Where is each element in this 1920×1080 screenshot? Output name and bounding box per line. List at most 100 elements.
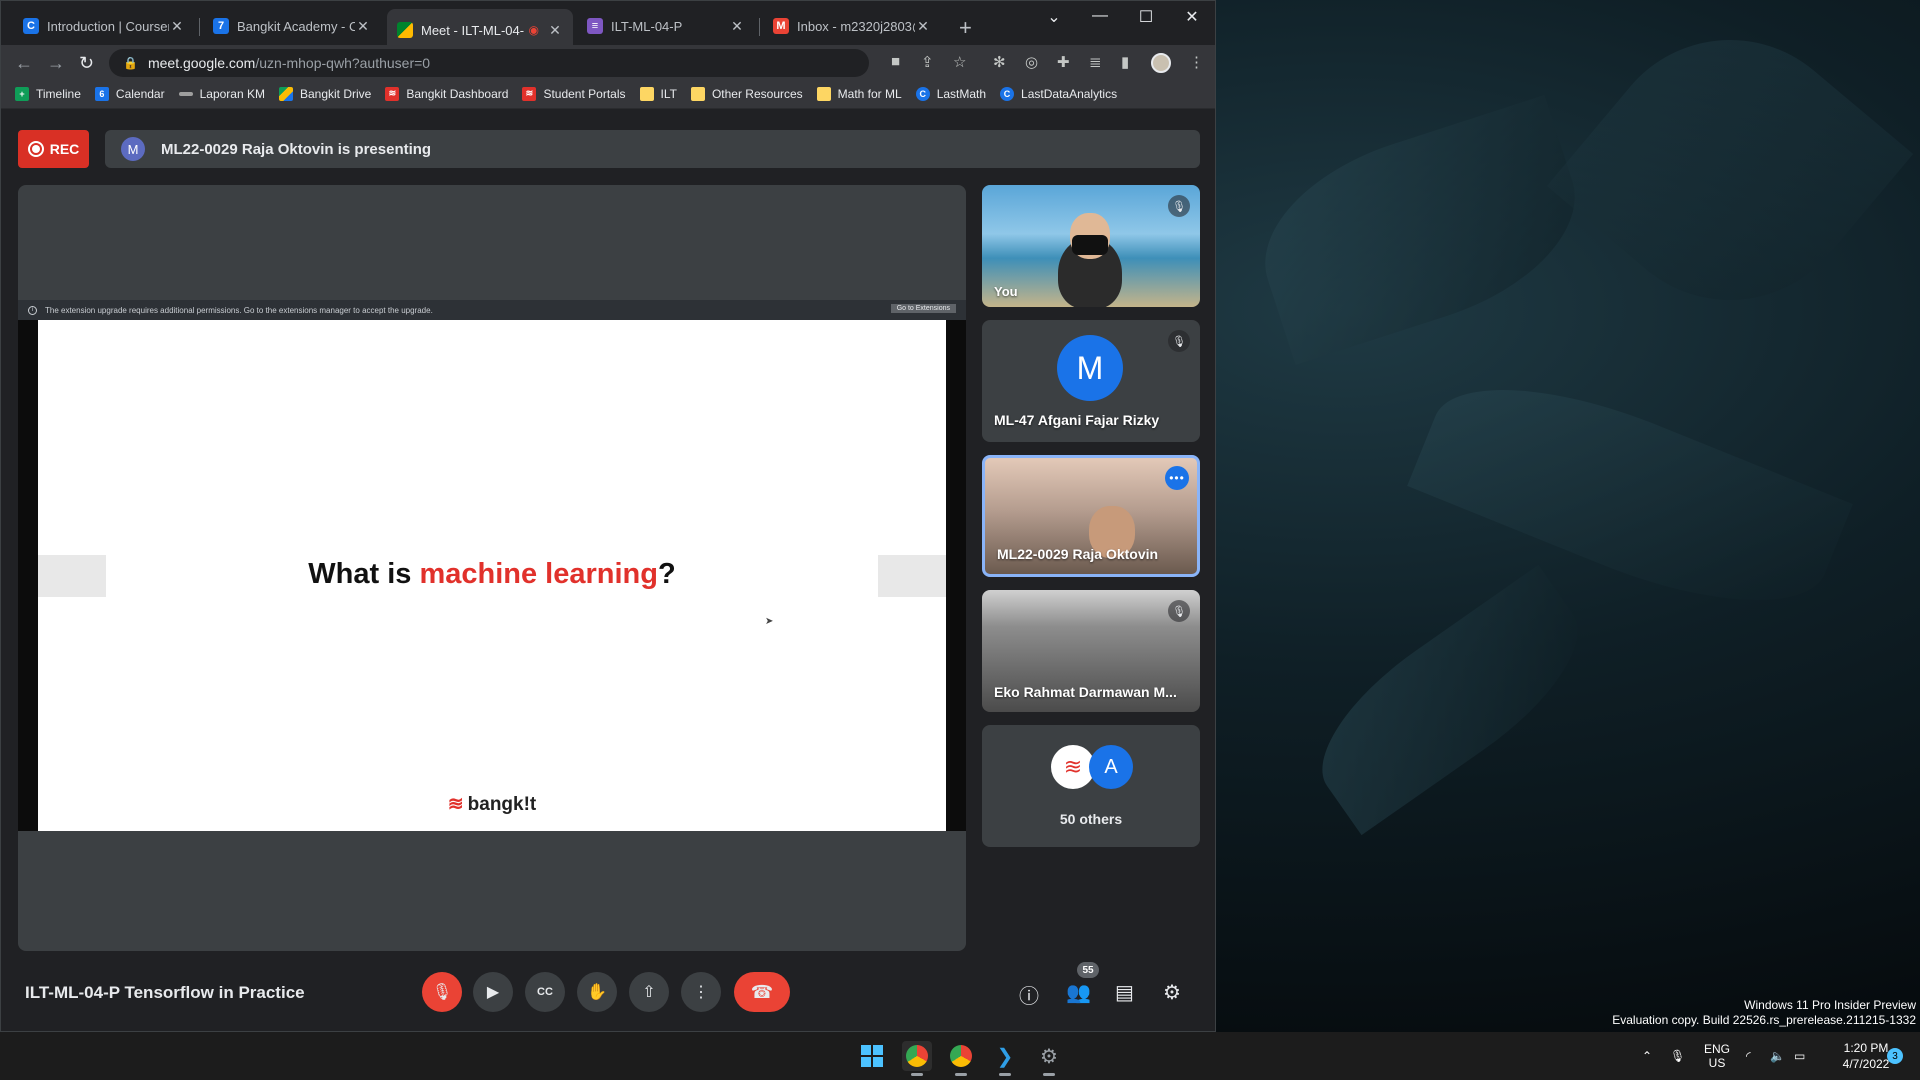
bookmark-lastmath[interactable]: C LastMath <box>915 86 987 101</box>
bookmark-student-portals[interactable]: ≋ Student Portals <box>522 86 626 101</box>
tab-ilt-ml-04-p[interactable]: ≡ ILT-ML-04-P ✕ <box>577 9 755 43</box>
language-indicator[interactable]: ENG US <box>1704 1032 1730 1080</box>
extensions-puzzle-icon[interactable]: ✚ <box>1057 53 1070 71</box>
bookmark-star-icon[interactable]: ☆ <box>953 53 966 71</box>
tab-bangkit-calendar[interactable]: 7 Bangkit Academy - Cal ✕ <box>203 9 381 43</box>
chrome-profile-icon[interactable] <box>946 1041 976 1076</box>
bookmark-label: Math for ML <box>837 86 902 101</box>
extension-upgrade-notice: i The extension upgrade requires additio… <box>18 300 966 320</box>
mic-toggle-button[interactable]: 🎙 <box>422 972 462 1012</box>
close-icon[interactable]: ✕ <box>547 22 563 39</box>
forward-arrow-icon[interactable]: → <box>47 53 65 74</box>
camera-toggle-button[interactable]: ▶ <box>473 972 513 1012</box>
bookmark-ilt[interactable]: ILT <box>639 86 677 101</box>
tab-coursera[interactable]: C Introduction | Coursera ✕ <box>13 9 195 43</box>
windows-start-icon[interactable] <box>857 1041 887 1071</box>
participant-tile-raja[interactable]: ••• ML22-0029 Raja Oktovin <box>982 455 1200 577</box>
tab-search-chevron-icon[interactable]: ⌄ <box>1031 7 1077 27</box>
extension-gear-icon[interactable]: ✻ <box>993 53 1006 71</box>
bookmark-timeline[interactable]: + Timeline <box>15 86 81 101</box>
participant-name: Eko Rahmat Darmawan M... <box>994 684 1177 700</box>
bookmark-bangkit-drive[interactable]: Bangkit Drive <box>278 86 371 101</box>
settings-gear-icon[interactable]: ⚙ <box>1034 1041 1064 1076</box>
profile-avatar[interactable] <box>1151 53 1171 73</box>
taskbar: ❯ ⚙ ⌃ 🎙 ENG US ◜ 🔈 ▭ 1:20 PM 4/7/2022 3 <box>0 1032 1920 1080</box>
meet-page: REC M ML22-0029 Raja Oktovin is presenti… <box>1 110 1215 1031</box>
rec-label: REC <box>49 141 80 157</box>
chrome-icon[interactable] <box>902 1041 932 1076</box>
back-arrow-icon[interactable]: ← <box>15 53 33 74</box>
coursera-icon: C <box>23 18 39 34</box>
address-bar[interactable]: 🔒 meet.google.com /uzn-mhop-qwh?authuser… <box>109 49 869 77</box>
people-icon[interactable]: 👥 <box>1066 980 1091 1005</box>
bookmark-bangkit-dashboard[interactable]: ≋ Bangkit Dashboard <box>385 86 508 101</box>
bangkit-icon: ≋ <box>385 86 400 101</box>
watermark-line-1: Windows 11 Pro Insider Preview <box>1744 998 1916 1012</box>
participant-name: ML-47 Afgani Fajar Rizky <box>994 412 1160 428</box>
presenting-text: ML22-0029 Raja Oktovin is presenting <box>161 140 432 158</box>
maximize-button[interactable]: ☐ <box>1123 7 1169 27</box>
bookmark-label: Other Resources <box>711 86 803 101</box>
tab-gmail-inbox[interactable]: M Inbox - m2320j2803@ ✕ <box>763 9 941 43</box>
presentation-stage: i The extension upgrade requires additio… <box>18 185 966 951</box>
close-icon[interactable]: ✕ <box>915 18 931 35</box>
reading-list-icon[interactable]: ≣ <box>1089 53 1102 71</box>
participant-tile-others[interactable]: ≋ A 50 others <box>982 725 1200 847</box>
camera-icon[interactable]: ■ <box>891 53 900 70</box>
participant-tile-afgani[interactable]: M 🎙 ML-47 Afgani Fajar Rizky <box>982 320 1200 442</box>
battery-icon[interactable]: ▭ <box>1794 1032 1805 1080</box>
close-window-button[interactable]: ✕ <box>1169 7 1215 27</box>
slide: What is machine learning? ≋ bangk!t ➤ <box>38 320 946 831</box>
slide-title-accent: machine learning <box>419 558 658 590</box>
participant-name: ML22-0029 Raja Oktovin <box>997 546 1159 562</box>
vscode-icon[interactable]: ❯ <box>990 1041 1020 1076</box>
meeting-title: ILT-ML-04-P Tensorflow in Practice <box>25 983 305 1002</box>
close-icon[interactable]: ✕ <box>355 18 371 35</box>
activities-icon[interactable]: ⚙ <box>1163 980 1181 1005</box>
bookmark-label: Laporan KM <box>199 86 265 101</box>
folder-icon <box>816 86 831 101</box>
meet-icon <box>397 22 413 38</box>
bookmark-other-resources[interactable]: Other Resources <box>690 86 803 101</box>
volume-icon[interactable]: 🔈 <box>1770 1032 1785 1080</box>
hang-up-icon: ☎ <box>750 981 774 1002</box>
show-hidden-icons-chevron-icon[interactable]: ⌃ <box>1642 1032 1652 1080</box>
browser-toolbar: ← → ↻ 🔒 meet.google.com /uzn-mhop-qwh?au… <box>1 45 1215 79</box>
wifi-icon[interactable]: ◜ <box>1746 1032 1751 1080</box>
recording-indicator[interactable]: REC <box>18 130 89 168</box>
share-icon[interactable]: ⇪ <box>921 53 934 71</box>
new-tab-button[interactable]: + <box>959 15 972 41</box>
extension-target-icon[interactable]: ◎ <box>1025 53 1038 71</box>
notification-badge[interactable]: 3 <box>1887 1048 1903 1064</box>
bookmark-label: LastDataAnalytics <box>1021 86 1118 101</box>
info-icon: i <box>28 305 37 315</box>
participant-avatar: A <box>1089 745 1133 789</box>
captions-button[interactable]: CC <box>525 972 565 1012</box>
close-icon[interactable]: ✕ <box>169 18 185 35</box>
reload-icon[interactable]: ↻ <box>79 53 94 74</box>
bookmark-calendar[interactable]: 6 Calendar <box>94 86 165 101</box>
bookmark-math-for-ml[interactable]: Math for ML <box>816 86 902 101</box>
present-screen-button[interactable]: ⇧ <box>629 972 669 1012</box>
lock-icon: 🔒 <box>123 56 138 70</box>
more-options-button[interactable]: ⋮ <box>681 972 721 1012</box>
meeting-info-icon[interactable]: ⓘ <box>1019 980 1039 1009</box>
leave-call-button[interactable]: ☎ <box>734 972 790 1012</box>
close-icon[interactable]: ✕ <box>729 18 745 35</box>
participant-tile-eko[interactable]: 🎙 Eko Rahmat Darmawan M... <box>982 590 1200 712</box>
bookmark-laporan-km[interactable]: Laporan KM <box>178 86 265 101</box>
microphone-icon[interactable]: 🎙 <box>1670 1032 1685 1080</box>
side-panel-icon[interactable]: ▮ <box>1121 53 1129 71</box>
bookmark-label: LastMath <box>936 86 987 101</box>
more-menu-icon[interactable]: ⋮ <box>1189 53 1204 71</box>
participant-tile-you[interactable]: 🎙 You <box>982 185 1200 307</box>
bookmark-lastdataanalytics[interactable]: C LastDataAnalytics <box>1000 86 1118 101</box>
mic-off-icon: 🎙 <box>1168 330 1190 352</box>
chat-icon[interactable]: ▤ <box>1115 980 1134 1005</box>
more-options-icon[interactable]: ••• <box>1165 466 1189 490</box>
mic-off-icon: 🎙 <box>431 984 453 1001</box>
minimize-button[interactable]: — <box>1077 7 1123 25</box>
raise-hand-button[interactable]: ✋ <box>577 972 617 1012</box>
list-icon: ≡ <box>587 18 603 34</box>
hand-icon: ✋ <box>587 984 607 1001</box>
